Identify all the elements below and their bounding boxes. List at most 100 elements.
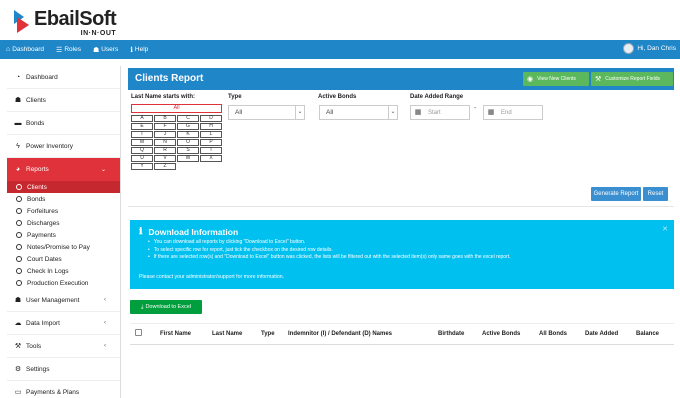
letter-button[interactable]: Q bbox=[131, 147, 153, 154]
circle-icon bbox=[16, 196, 22, 202]
sidebar-item-settings[interactable]: ⚙ Settings bbox=[7, 358, 120, 381]
sidebar-item-reports[interactable]: ◕ Reports ⌄ bbox=[7, 158, 120, 181]
column-header-names[interactable]: Indemnitor (I) / Defendant (D) Names bbox=[288, 331, 392, 337]
column-header-all-bonds[interactable]: All Bonds bbox=[539, 331, 567, 337]
column-header-balance[interactable]: Balance bbox=[636, 331, 659, 337]
sidebar-subitem-label: Bonds bbox=[27, 195, 46, 203]
nav-dashboard-label: Dashboard bbox=[12, 46, 45, 53]
column-header-active-bonds[interactable]: Active Bonds bbox=[482, 331, 520, 337]
letter-button[interactable]: W bbox=[177, 155, 199, 162]
end-date-input[interactable]: ▦ End bbox=[483, 105, 543, 120]
letter-button[interactable]: R bbox=[154, 147, 176, 154]
sidebar-item-label: Payments & Plans bbox=[26, 388, 80, 396]
sidebar-subitem-discharges[interactable]: Discharges bbox=[7, 217, 120, 229]
letter-button[interactable]: N bbox=[154, 139, 176, 146]
sidebar-subitem-forfeitures[interactable]: Forfeitures bbox=[7, 205, 120, 217]
letter-button[interactable]: T bbox=[200, 147, 222, 154]
nav-dashboard[interactable]: ⌂ Dashboard bbox=[6, 46, 44, 53]
letter-button[interactable]: M bbox=[131, 139, 153, 146]
letter-button[interactable]: V bbox=[154, 155, 176, 162]
type-select-value: All bbox=[235, 109, 243, 116]
sidebar-subitem-label: Production Execution bbox=[27, 279, 89, 287]
download-info-callout: ℹ Download Information ✕ You can downloa… bbox=[130, 220, 674, 289]
sidebar-item-data-import[interactable]: ☁ Data Import ‹ bbox=[7, 312, 120, 335]
sidebar-subitem-production-execution[interactable]: Production Execution bbox=[7, 277, 120, 289]
sidebar-subitem-bonds[interactable]: Bonds bbox=[7, 193, 120, 205]
letter-button[interactable]: Z bbox=[154, 163, 176, 170]
eye-icon: ◉ bbox=[527, 76, 534, 83]
generate-report-button[interactable]: Generate Report bbox=[591, 187, 641, 201]
sidebar-item-payments-plans[interactable]: ▭ Payments & Plans bbox=[7, 381, 120, 398]
nav-roles[interactable]: ☰ Roles bbox=[56, 46, 81, 54]
start-date-input[interactable]: ▦ Start bbox=[410, 105, 470, 120]
sidebar-subitem-notes[interactable]: Notes/Promise to Pay bbox=[7, 241, 120, 253]
column-header-date-added[interactable]: Date Added bbox=[585, 331, 618, 337]
letter-button[interactable]: A bbox=[131, 115, 153, 122]
list-item: If there are selected row(s) and "Downlo… bbox=[148, 254, 511, 262]
home-icon: ⌂ bbox=[6, 46, 11, 53]
reset-button[interactable]: Reset bbox=[643, 187, 668, 201]
letter-button[interactable]: G bbox=[177, 123, 199, 130]
letter-button[interactable]: C bbox=[177, 115, 199, 122]
active-bonds-select[interactable]: All ⌄ bbox=[319, 105, 398, 120]
sidebar-item-clients[interactable]: ☗ Clients bbox=[7, 89, 120, 112]
letter-button[interactable]: P bbox=[200, 139, 222, 146]
chevron-down-icon: ⌄ bbox=[100, 167, 106, 173]
letter-button[interactable]: J bbox=[154, 131, 176, 138]
letter-button[interactable]: S bbox=[177, 147, 199, 154]
folder-icon: ▬ bbox=[14, 119, 22, 127]
column-header-last-name[interactable]: Last Name bbox=[212, 331, 242, 337]
sidebar-subitem-payments[interactable]: Payments bbox=[7, 229, 120, 241]
sidebar-item-user-management[interactable]: ☗ User Management ‹ bbox=[7, 289, 120, 312]
end-date-placeholder: End bbox=[501, 109, 512, 116]
chevron-left-icon: ‹ bbox=[104, 320, 106, 326]
letter-button[interactable]: L bbox=[200, 131, 222, 138]
user-menu[interactable]: Hi, Dan Chris bbox=[623, 43, 676, 54]
column-header-first-name[interactable]: First Name bbox=[160, 331, 191, 337]
letter-button[interactable]: O bbox=[177, 139, 199, 146]
sidebar-subitem-clients[interactable]: Clients bbox=[7, 181, 120, 193]
letter-button[interactable]: F bbox=[154, 123, 176, 130]
column-header-type[interactable]: Type bbox=[261, 331, 275, 337]
letter-button[interactable]: H bbox=[200, 123, 222, 130]
sidebar-item-dashboard[interactable]: ◔ Dashboard bbox=[7, 66, 120, 89]
users-icon: ☗ bbox=[92, 46, 100, 54]
letter-button[interactable]: D bbox=[200, 115, 222, 122]
customize-report-fields-button[interactable]: ⚒ Customize Report Fields bbox=[591, 72, 673, 86]
circle-icon bbox=[16, 256, 22, 262]
letter-button[interactable]: B bbox=[154, 115, 176, 122]
letter-button[interactable]: Y bbox=[131, 163, 153, 170]
letter-all-button[interactable]: All bbox=[131, 104, 222, 113]
sidebar-item-label: Dashboard bbox=[26, 73, 58, 81]
nav-users[interactable]: ☗ Users bbox=[93, 46, 118, 54]
nav-help[interactable]: ℹ Help bbox=[130, 46, 148, 54]
letter-button[interactable]: E bbox=[131, 123, 153, 130]
sidebar-subitem-label: Notes/Promise to Pay bbox=[27, 243, 90, 251]
view-new-clients-button[interactable]: ◉ View New Clients bbox=[523, 72, 589, 86]
letter-button[interactable]: K bbox=[177, 131, 199, 138]
select-all-checkbox[interactable] bbox=[135, 329, 142, 336]
sidebar-subitem-court-dates[interactable]: Court Dates bbox=[7, 253, 120, 265]
sidebar-item-label: Clients bbox=[26, 96, 46, 104]
info-icon: ℹ bbox=[130, 46, 133, 54]
sidebar-item-bonds[interactable]: ▬ Bonds bbox=[7, 112, 120, 135]
chevron-down-icon: ⌄ bbox=[295, 106, 304, 119]
column-header-birthdate[interactable]: Birthdate bbox=[438, 331, 464, 337]
type-select[interactable]: All ⌄ bbox=[228, 105, 305, 120]
view-new-clients-label: View New Clients bbox=[537, 76, 576, 82]
letter-button[interactable]: I bbox=[131, 131, 153, 138]
active-bonds-select-value: All bbox=[326, 109, 334, 116]
sidebar-item-label: Data Import bbox=[26, 319, 60, 327]
letter-button[interactable]: U bbox=[131, 155, 153, 162]
brand-logo[interactable]: EbailSoft IN·N·OUT bbox=[14, 9, 117, 37]
sidebar-item-power-inventory[interactable]: ϟ Power Inventory bbox=[7, 135, 120, 158]
sidebar-subitem-label: Court Dates bbox=[27, 255, 62, 263]
letter-button[interactable]: X bbox=[200, 155, 222, 162]
download-to-excel-button[interactable]: ⤓ Download to Excel bbox=[130, 300, 202, 314]
close-icon[interactable]: ✕ bbox=[662, 225, 668, 233]
sidebar-item-label: Tools bbox=[26, 342, 42, 350]
type-filter-label: Type bbox=[228, 94, 242, 100]
sidebar-item-tools[interactable]: ⚒ Tools ‹ bbox=[7, 335, 120, 358]
sidebar-subitem-check-in-logs[interactable]: Check In Logs bbox=[7, 265, 120, 277]
top-navbar: ⌂ Dashboard ☰ Roles ☗ Users ℹ Help Hi, D… bbox=[0, 40, 680, 59]
